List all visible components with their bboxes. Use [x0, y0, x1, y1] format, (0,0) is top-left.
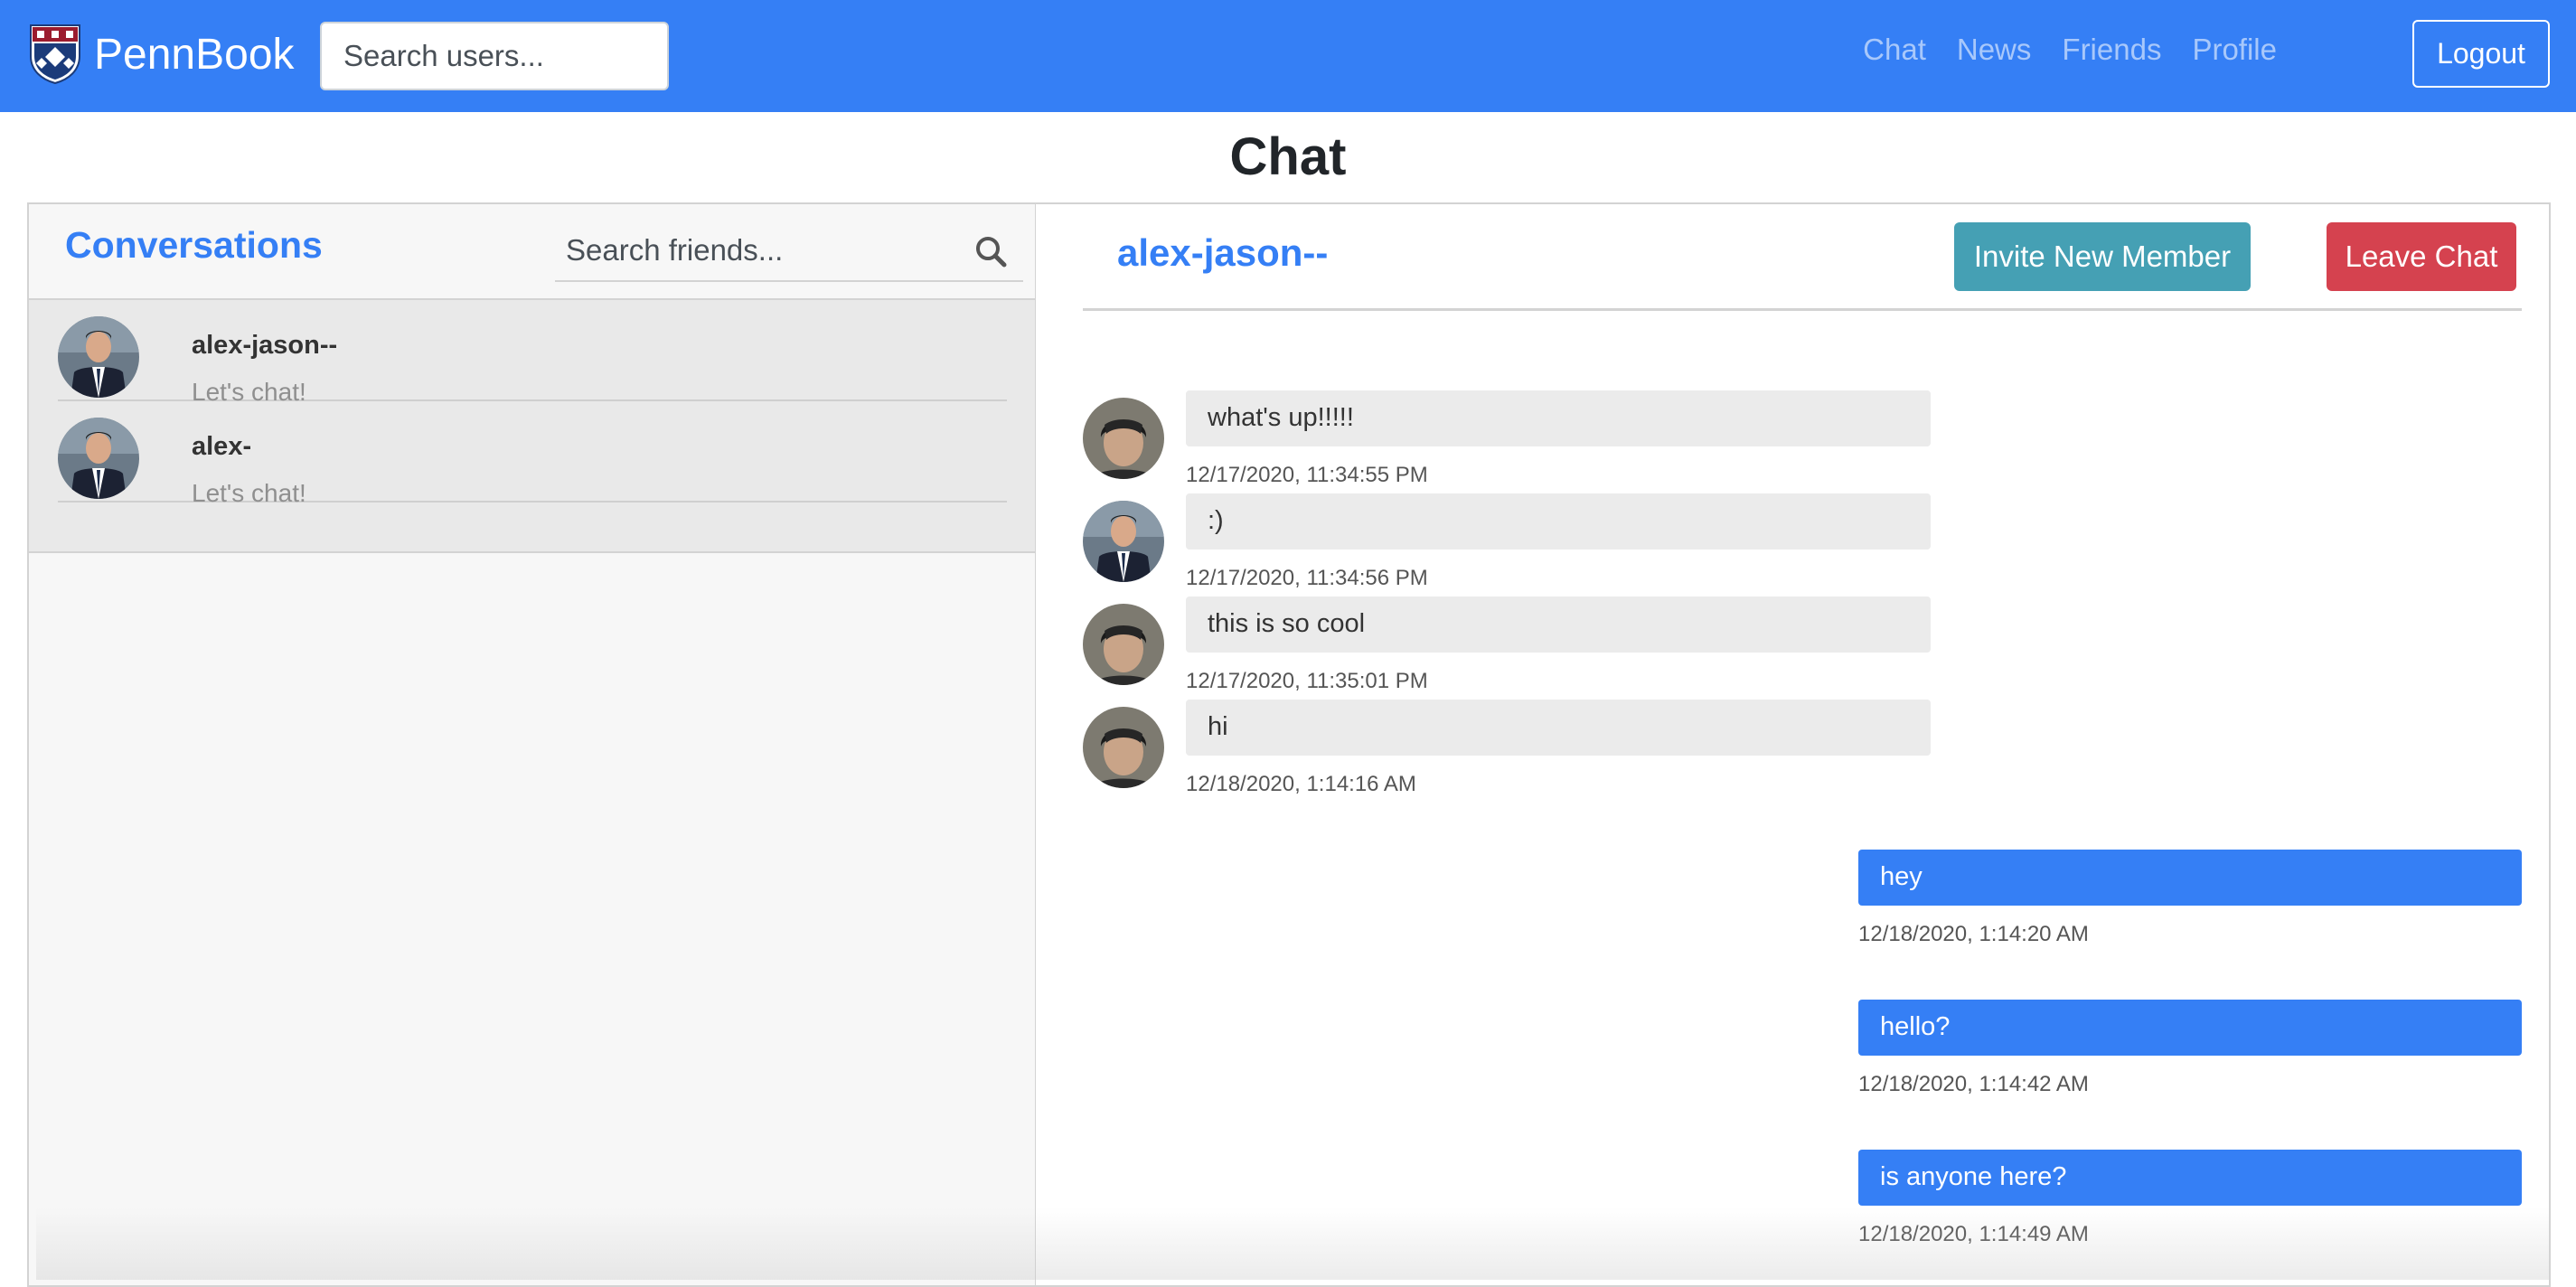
logout-button[interactable]: Logout [2412, 20, 2550, 88]
message-bubble: is anyone here? [1858, 1150, 2522, 1206]
chat-header: alex-jason-- Invite New Member Leave Cha… [1083, 204, 2522, 311]
conversation-name: alex- [192, 432, 252, 461]
message-timestamp: 12/18/2020, 1:14:20 AM [1858, 922, 2089, 946]
avatar-suit-icon [58, 418, 139, 499]
chat-panel: alex-jason-- Invite New Member Leave Cha… [1036, 202, 2551, 1287]
conversation-item-alex-jason[interactable]: alex-jason-- Let's chat! [58, 300, 1007, 406]
penn-shield-icon [30, 24, 80, 85]
message-timestamp: 12/17/2020, 11:34:55 PM [1186, 463, 1428, 487]
message-bubble: :) [1186, 493, 1931, 550]
avatar-photo-icon [1083, 398, 1164, 479]
message-timestamp: 12/18/2020, 1:14:42 AM [1858, 1072, 2089, 1096]
message-bubble: hey [1858, 850, 2522, 906]
invite-member-button[interactable]: Invite New Member [1954, 222, 2251, 291]
friend-search-input[interactable] [555, 222, 974, 278]
message-incoming: what's up!!!!! 12/17/2020, 11:34:55 PM [1083, 390, 1941, 499]
top-navbar: PennBook Chat News Friends Profile Logou… [0, 0, 2576, 112]
nav-link-friends[interactable]: Friends [2062, 33, 2161, 67]
message-outgoing: hey 12/18/2020, 1:14:20 AM [1858, 850, 2522, 949]
conversation-list: alex-jason-- Let's chat! alex- Let's cha… [29, 300, 1035, 553]
message-bubble: hi [1186, 700, 1931, 756]
message-outgoing: hello? 12/18/2020, 1:14:42 AM [1858, 1000, 2522, 1099]
message-incoming: :) 12/17/2020, 11:34:56 PM [1083, 493, 1941, 602]
conversations-header: Conversations [29, 204, 1035, 300]
message-bubble: this is so cool [1186, 597, 1931, 653]
friend-search [555, 222, 1023, 282]
conversations-panel: Conversations alex-jason- [27, 202, 1037, 1287]
message-incoming: this is so cool 12/17/2020, 11:35:01 PM [1083, 597, 1941, 705]
message-timestamp: 12/17/2020, 11:35:01 PM [1186, 669, 1428, 693]
message-timestamp: 12/18/2020, 1:14:49 AM [1858, 1222, 2089, 1246]
message-bubble: hello? [1858, 1000, 2522, 1056]
avatar-suit-icon [1083, 501, 1164, 582]
message-timestamp: 12/17/2020, 11:34:56 PM [1186, 566, 1428, 590]
conversation-preview: Let's chat! [192, 479, 306, 507]
avatar-photo-icon [1083, 707, 1164, 788]
search-icon[interactable] [974, 235, 1007, 268]
avatar-photo-icon [1083, 604, 1164, 685]
avatar-suit-icon [58, 316, 139, 398]
leave-chat-button[interactable]: Leave Chat [2327, 222, 2516, 291]
message-bubble: what's up!!!!! [1186, 390, 1931, 446]
message-outgoing: is anyone here? 12/18/2020, 1:14:49 AM [1858, 1150, 2522, 1249]
brand-name[interactable]: PennBook [94, 30, 295, 80]
user-search-input[interactable] [320, 22, 669, 90]
message-timestamp: 12/18/2020, 1:14:16 AM [1186, 772, 1416, 796]
conversation-item-alex[interactable]: alex- Let's chat! [58, 401, 1007, 507]
brand[interactable]: PennBook [29, 22, 295, 87]
nav-links: Chat News Friends Profile [1863, 33, 2277, 67]
nav-link-profile[interactable]: Profile [2192, 33, 2277, 67]
conversation-name: alex-jason-- [192, 331, 338, 360]
chat-name: alex-jason-- [1117, 231, 1329, 274]
nav-link-news[interactable]: News [1957, 33, 2032, 67]
page-title: Chat [1229, 127, 1347, 186]
conversations-title: Conversations [65, 224, 323, 266]
nav-link-chat[interactable]: Chat [1863, 33, 1926, 67]
message-incoming: hi 12/18/2020, 1:14:16 AM [1083, 700, 1941, 808]
